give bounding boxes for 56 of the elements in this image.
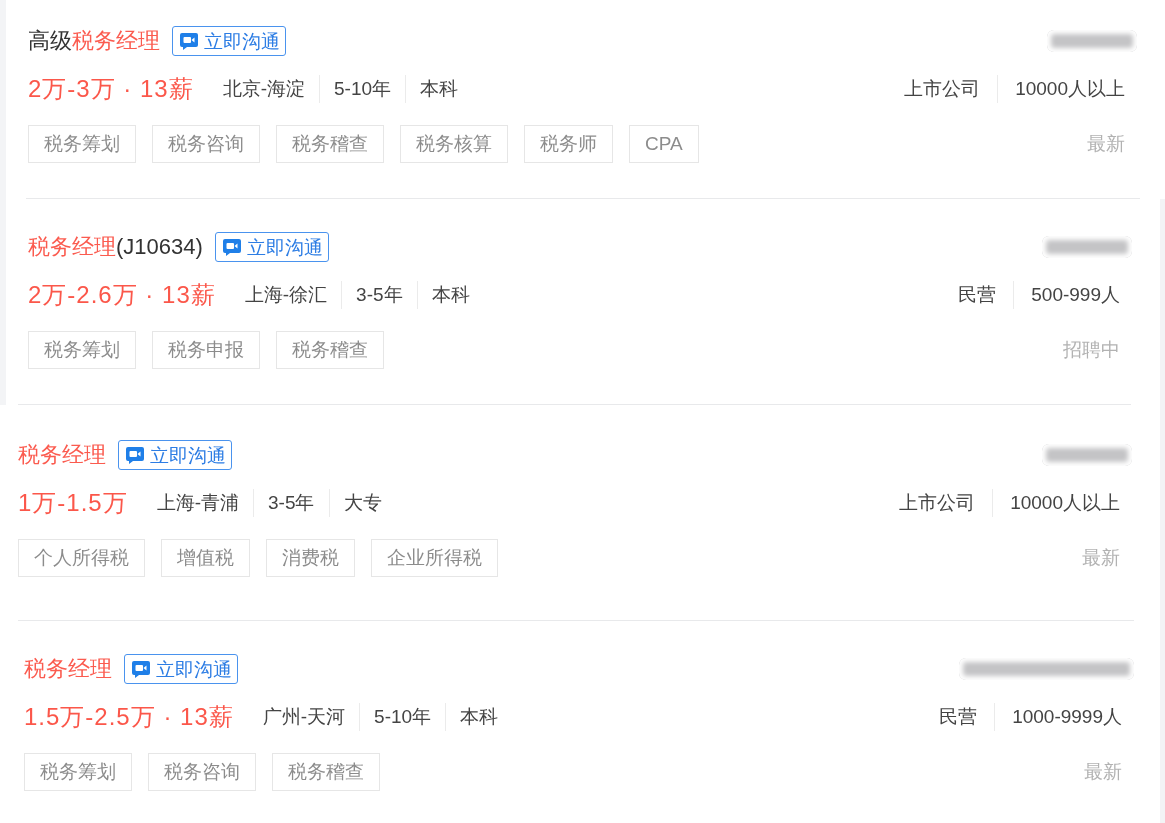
education-label: 本科 [431,283,470,307]
skill-tag: 税务咨询 [148,753,256,791]
salary-text: 2万-3万 · 13薪 [28,74,194,104]
company-type-label: 民营 [958,283,997,307]
company-type-label: 上市公司 [904,77,981,101]
skill-tag: 税务筹划 [28,125,136,163]
skill-tag: 个人所得税 [18,539,145,577]
skill-tag: CPA [629,125,699,163]
salary-text: 1万-1.5万 [18,488,128,518]
skill-tag: 税务师 [524,125,613,163]
skill-tag: 税务稽查 [276,331,384,369]
skill-tag: 消费税 [266,539,355,577]
salary-text: 1.5万-2.5万 · 13薪 [24,702,234,732]
skill-tag: 税务核算 [400,125,508,163]
location-label: 北京-海淀 [222,77,306,101]
company-size-label: 1000-9999人 [1012,705,1122,729]
location-label: 上海-徐汇 [244,283,328,307]
video-chat-icon [180,32,198,50]
experience-label: 5-10年 [374,705,432,729]
company-size-label: 500-999人 [1031,283,1120,307]
company-type-label: 民营 [939,705,978,729]
chat-button[interactable]: 立即沟通 [124,654,238,684]
education-label: 本科 [460,705,499,729]
experience-label: 5-10年 [334,77,392,101]
company-size-label: 10000人以上 [1015,77,1125,101]
skill-tag: 增值税 [161,539,250,577]
posting-status-label: 最新 [1082,546,1120,570]
video-chat-icon [132,660,150,678]
posting-status-label: 最新 [1084,760,1122,784]
location-label: 广州-天河 [262,705,346,729]
company-type-label: 上市公司 [899,491,976,515]
skill-tag: 税务筹划 [28,331,136,369]
skill-tag: 税务申报 [152,331,260,369]
chat-button[interactable]: 立即沟通 [118,440,232,470]
video-chat-icon [126,446,144,464]
skill-tag: 税务筹划 [24,753,132,791]
job-title[interactable]: 税务经理(J10634) [28,231,203,263]
posting-status-label: 最新 [1087,132,1125,156]
education-label: 本科 [420,77,459,101]
job-title[interactable]: 高级税务经理 [28,25,160,57]
chat-button[interactable]: 立即沟通 [214,232,329,262]
education-label: 大专 [343,491,382,515]
skill-tag: 税务稽查 [276,125,384,163]
skill-tag: 税务咨询 [152,125,260,163]
salary-text: 2万-2.6万 · 13薪 [28,280,216,310]
video-chat-icon [222,238,241,256]
posting-status-label: 招聘中 [1063,338,1120,362]
skill-tag: 税务稽查 [272,753,380,791]
chat-button[interactable]: 立即沟通 [172,26,286,56]
location-label: 上海-青浦 [156,491,240,515]
skill-tag: 企业所得税 [371,539,498,577]
job-title[interactable]: 税务经理 [24,653,112,685]
experience-label: 3-5年 [268,491,315,515]
experience-label: 3-5年 [356,283,403,307]
company-size-label: 10000人以上 [1010,491,1120,515]
job-title[interactable]: 税务经理 [18,439,106,471]
